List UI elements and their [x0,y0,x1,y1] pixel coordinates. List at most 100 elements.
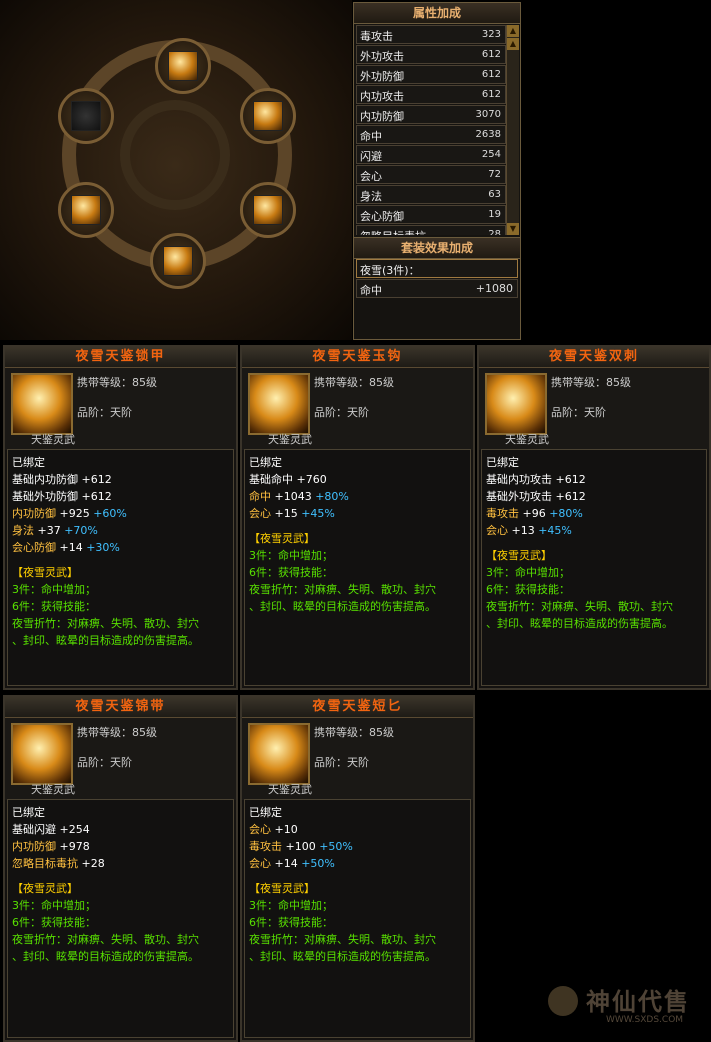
attribute-name: 闪避 [360,150,382,163]
item-detail: 已绑定 基础内功防御 +612 基础外功防御 +612 内功防御 +925 +60… [7,449,234,686]
set-bonus-header: 【夜雪灵武】 [249,532,315,545]
set-bonus-line: 3件：命中增加； [249,549,333,562]
stat-line: 基础命中 +760 [249,471,466,488]
item-icon[interactable] [11,723,73,785]
attribute-row[interactable]: 闪避 254 [356,145,506,164]
bound-status: 已绑定 [12,456,45,469]
stat-line: 会心 +13 +45% [486,522,702,539]
stat-name: 基础内功防御 [12,473,78,486]
stat-value: +10 [274,823,298,836]
scroll-top-icon[interactable]: ▲ [507,25,519,37]
attribute-row[interactable]: 忽略目标毒抗 28 [356,225,506,235]
set-bonus-line: 、封印、眩晕的目标造成的伤害提高。 [486,617,673,630]
item-detail: 已绑定 会心 +10 毒攻击 +100 +50% 会心 +14 +50% 【夜雪灵武】… [244,799,471,1038]
attribute-row[interactable]: 命中 2638 [356,125,506,144]
stat-line: 会心 +10 [249,821,466,838]
item-card[interactable]: 夜雪天鉴锁甲 携带等级：85级 品阶：天阶 天鉴灵武 已绑定 基础内功防御 +612 基础… [3,345,238,690]
item-title: 夜雪天鉴短匕 [242,697,473,718]
item-card[interactable]: 夜雪天鉴短匕 携带等级：85级 品阶：天阶 天鉴灵武 已绑定 会心 +10 毒攻击 +10… [240,695,475,1042]
attribute-name: 外功防御 [360,70,404,83]
attribute-row[interactable]: 内功防御 3070 [356,105,506,124]
item-card[interactable]: 夜雪天鉴锦带 携带等级：85级 品阶：天阶 天鉴灵武 已绑定 基础闪避 +254 内功防御… [3,695,238,1042]
bound-status: 已绑定 [486,456,519,469]
attribute-name: 内功攻击 [360,90,404,103]
attribute-value: 612 [481,89,501,100]
bound-status: 已绑定 [249,806,282,819]
stat-name: 毒攻击 [249,840,282,853]
stat-value: +37 [37,524,61,537]
attribute-row[interactable]: 外功攻击 612 [356,45,506,64]
item-card[interactable]: 夜雪天鉴玉钩 携带等级：85级 品阶：天阶 天鉴灵武 已绑定 基础命中 +760 命中 +… [240,345,475,690]
item-title: 夜雪天鉴锦带 [5,697,236,718]
set-bonus-header: 【夜雪灵武】 [249,882,315,895]
attribute-row[interactable]: 毒攻击 323 [356,25,506,44]
item-subtitle: 天鉴灵武 [31,433,75,446]
item-detail: 已绑定 基础命中 +760 命中 +1043 +80% 会心 +15 +45% 【夜雪… [244,449,471,686]
set-bonus-line: 、封印、眩晕的目标造成的伤害提高。 [249,600,436,613]
dagger-icon [168,51,198,81]
stat-value: +100 [285,840,316,853]
stat-name: 基础内功攻击 [486,473,552,486]
stat-name: 会心 [249,507,271,520]
set-bonus-line: 夜雪折竹：对麻痹、失明、散功、封穴 [12,933,199,946]
set-bonus-line: 夜雪折竹：对麻痹、失明、散功、封穴 [486,600,673,613]
set-bonus-line: 6件：获得技能： [486,583,570,596]
slot-spear[interactable] [58,182,114,238]
stat-value: +612 [81,473,112,486]
stat-line: 基础闪避 +254 [12,821,229,838]
attribute-name: 毒攻击 [360,30,393,43]
attribute-value: 3070 [475,109,501,120]
scroll-up-icon[interactable]: ▲ [507,38,519,50]
stat-extra: +50% [319,840,353,853]
watermark-url: WWW.SXDS.COM [606,1015,684,1025]
slot-hook[interactable] [240,182,296,238]
scroll-down-icon[interactable]: ▼ [507,223,519,235]
slot-dagger[interactable] [155,38,211,94]
item-rank: 品阶：天阶 [314,406,369,419]
stat-value: +612 [555,473,586,486]
item-card[interactable]: 夜雪天鉴双刺 携带等级：85级 品阶：天阶 天鉴灵武 已绑定 基础内功攻击 +612 基础… [477,345,711,690]
item-icon[interactable] [485,373,547,435]
set-name-row[interactable]: 夜雪(3件)： [356,259,518,278]
stat-name: 会心防御 [12,541,56,554]
set-bonus-line: 夜雪折竹：对麻痹、失明、散功、封穴 [249,583,436,596]
item-subtitle: 天鉴灵武 [268,433,312,446]
attribute-value: 254 [481,149,501,160]
attribute-row[interactable]: 会心 72 [356,165,506,184]
stat-line: 命中 +1043 +80% [249,488,466,505]
stat-value: +925 [59,507,90,520]
set-panel-title: 套装效果加成 [354,237,520,259]
item-detail: 已绑定 基础闪避 +254 内功防御 +978 忽略目标毒抗 +28 【夜雪灵武】… [7,799,234,1038]
item-level: 携带等级：85级 [77,376,157,389]
stat-line: 内功防御 +925 +60% [12,505,229,522]
stat-line: 毒攻击 +96 +80% [486,505,702,522]
attribute-row[interactable]: 身法 63 [356,185,506,204]
item-icon[interactable] [248,723,310,785]
slot-armor[interactable] [240,88,296,144]
attribute-panel: 属性加成 毒攻击 323 外功攻击 612 外功防御 612 内功攻击 612 内功防御 3070… [353,2,521,340]
mascot-icon [548,986,578,1016]
set-effect-value: +1080 [475,282,513,295]
stat-value: +1043 [274,490,312,503]
attribute-name: 命中 [360,130,382,143]
item-level: 携带等级：85级 [314,726,394,739]
slot-belt[interactable] [150,233,206,289]
stat-value: +612 [81,490,112,503]
stat-value: +96 [522,507,546,520]
stat-extra: +45% [538,524,572,537]
attribute-name: 会心 [360,170,382,183]
item-icon[interactable] [248,373,310,435]
attribute-scrollbar[interactable]: ▲ ▲ ▼ [506,25,519,235]
attribute-value: 612 [481,69,501,80]
attribute-list[interactable]: 毒攻击 323 外功攻击 612 外功防御 612 内功攻击 612 内功防御 3070 命中 263… [356,25,506,235]
attribute-value: 2638 [475,129,501,140]
stat-value: +14 [274,857,298,870]
stat-extra: +45% [301,507,335,520]
attribute-row[interactable]: 会心防御 19 [356,205,506,224]
item-icon[interactable] [11,373,73,435]
stat-value: +978 [59,840,90,853]
slot-empty[interactable] [58,88,114,144]
attribute-row[interactable]: 内功攻击 612 [356,85,506,104]
attribute-row[interactable]: 外功防御 612 [356,65,506,84]
belt-icon [163,246,193,276]
